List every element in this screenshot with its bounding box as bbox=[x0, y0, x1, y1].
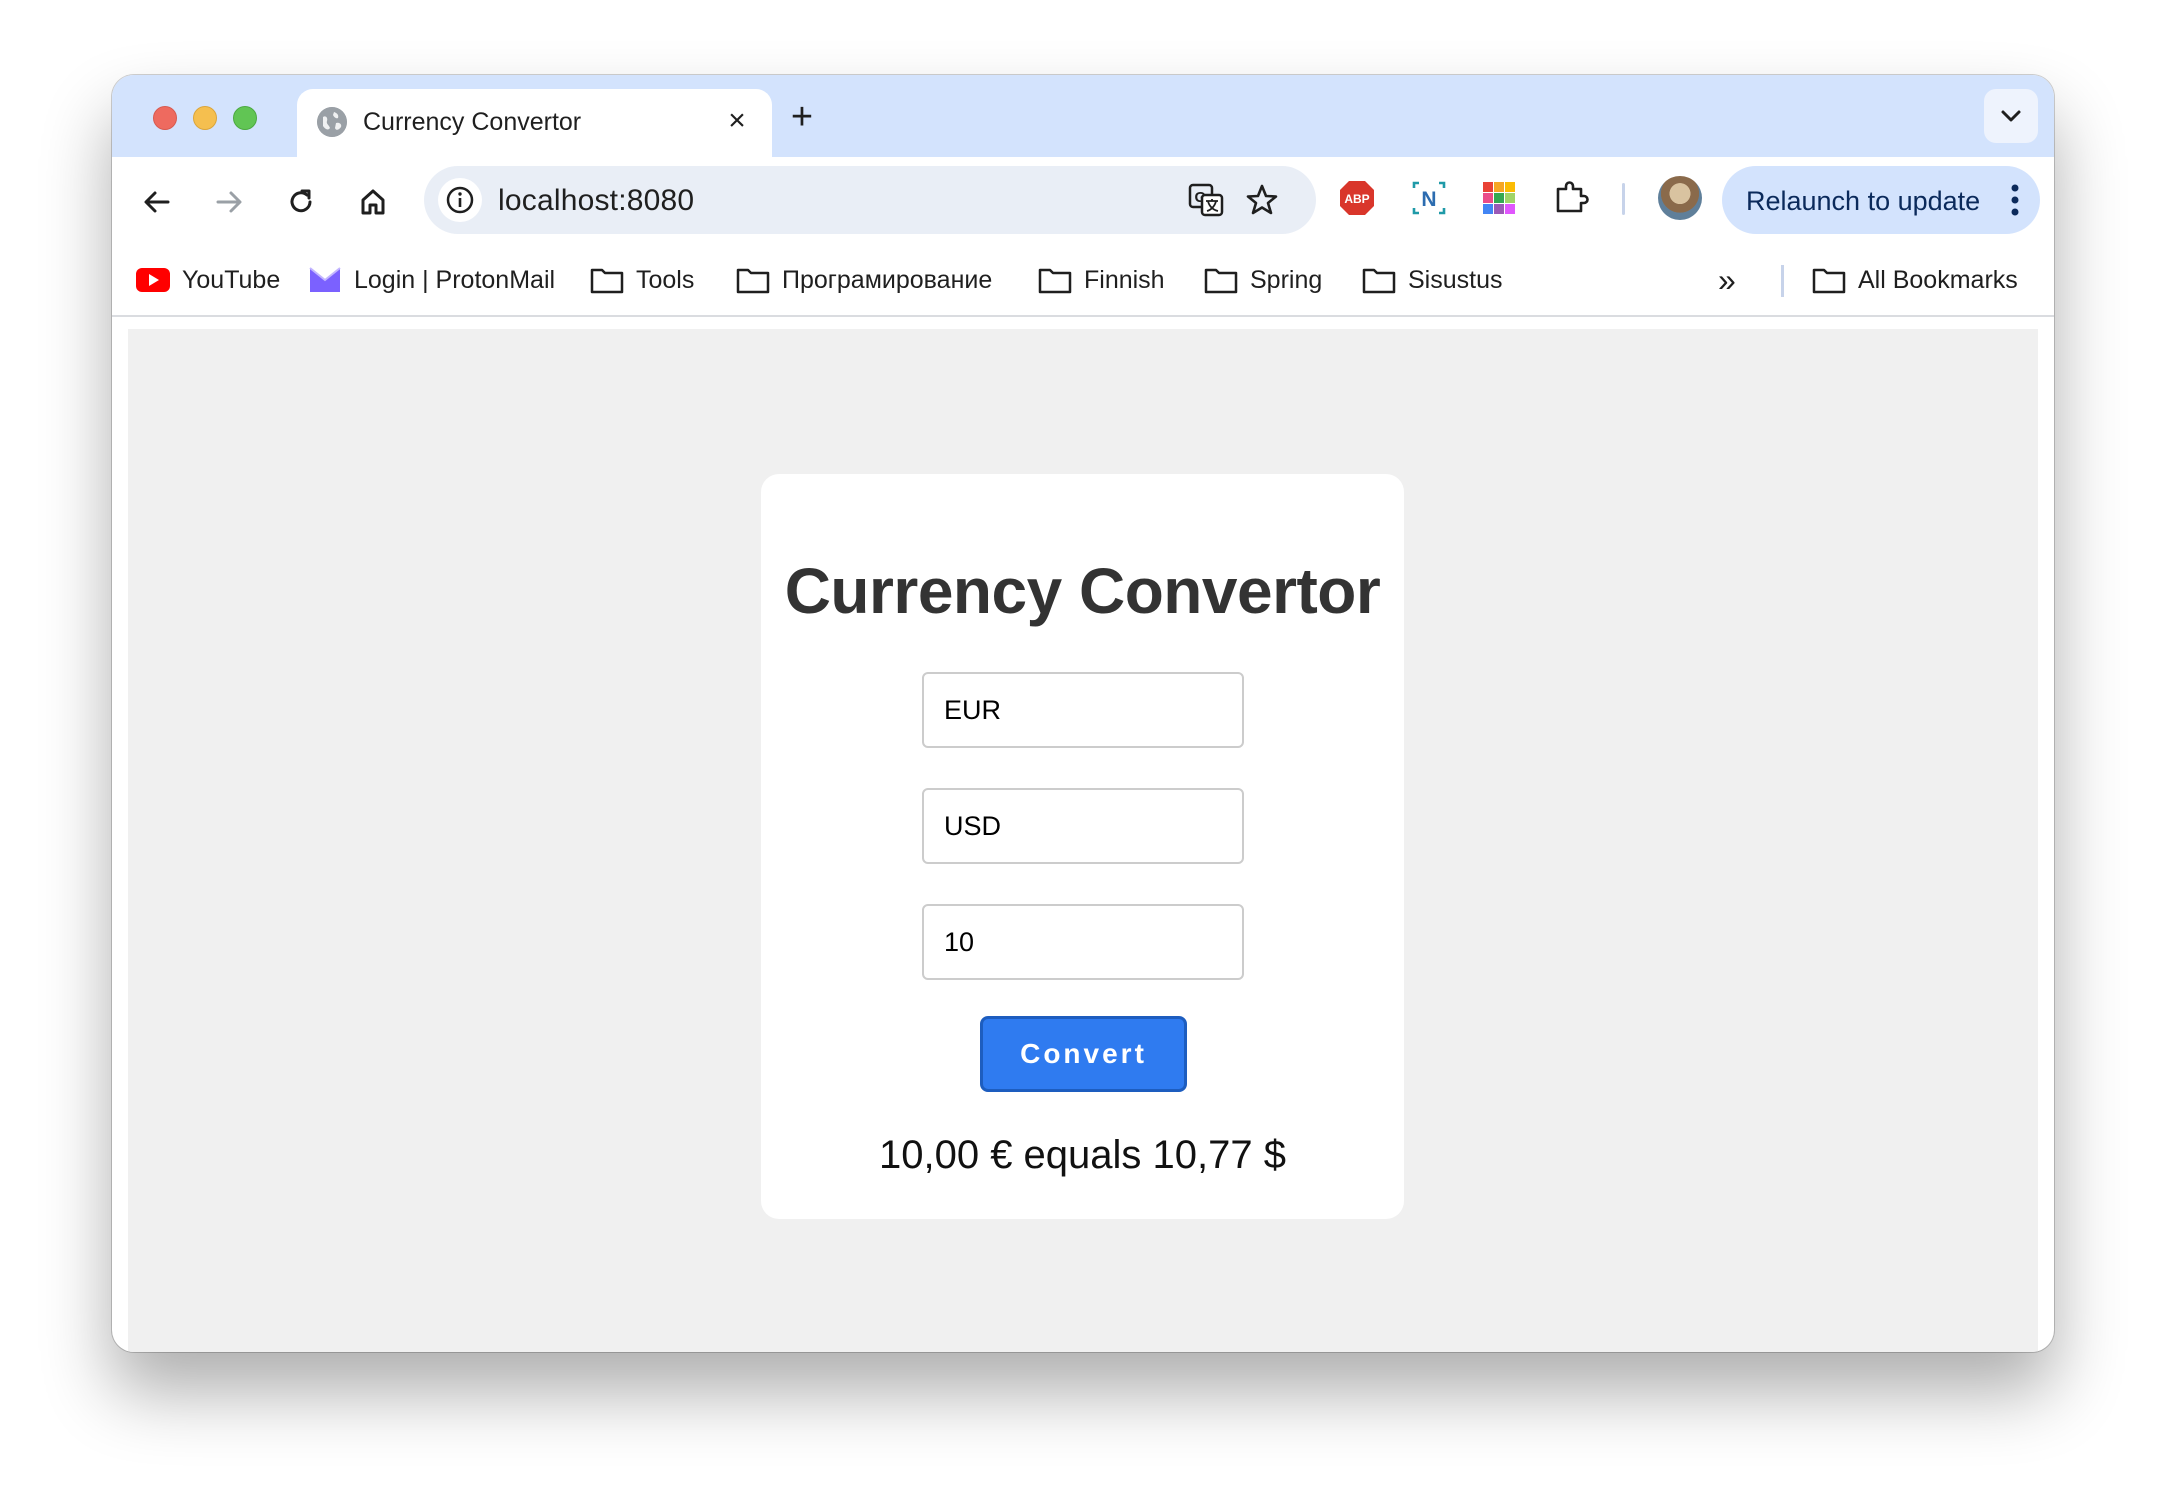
bookmark-star-icon[interactable] bbox=[1242, 180, 1282, 220]
tab-active[interactable]: Currency Convertor × bbox=[297, 89, 772, 157]
profile-avatar[interactable] bbox=[1658, 176, 1702, 220]
forward-button[interactable] bbox=[206, 179, 252, 225]
page-title: Currency Convertor bbox=[784, 555, 1381, 627]
abp-icon[interactable]: ABP bbox=[1336, 177, 1378, 219]
convert-button[interactable]: Convert bbox=[980, 1016, 1187, 1092]
extensions-puzzle-icon[interactable] bbox=[1550, 177, 1592, 219]
translate-icon[interactable]: G bbox=[1186, 180, 1226, 220]
color-grid-icon[interactable] bbox=[1478, 177, 1520, 219]
double-chevron-right-icon: » bbox=[1718, 261, 1736, 298]
bookmarks-bar: YouTube Login | ProtonMail Tools Програм… bbox=[112, 249, 2054, 317]
arrow-right-icon bbox=[216, 191, 242, 213]
close-window-button[interactable] bbox=[153, 106, 177, 130]
close-tab-icon[interactable]: × bbox=[720, 104, 754, 138]
toolbar-separator bbox=[1622, 183, 1625, 215]
zoom-window-button[interactable] bbox=[233, 106, 257, 130]
amount-input[interactable] bbox=[922, 904, 1244, 980]
folder-icon bbox=[590, 268, 624, 294]
svg-text:N: N bbox=[1421, 188, 1436, 211]
tab-title: Currency Convertor bbox=[363, 108, 582, 136]
reload-icon bbox=[290, 189, 312, 213]
converter-card: Currency Convertor Convert 10,00 € equal… bbox=[761, 474, 1404, 1219]
svg-text:ABP: ABP bbox=[1344, 192, 1369, 206]
conversion-result: 10,00 € equals 10,77 $ bbox=[878, 1133, 1286, 1177]
bookmark-folder-finnish[interactable]: Finnish bbox=[1038, 263, 1165, 297]
reload-button[interactable] bbox=[278, 179, 324, 225]
bookmark-folder-spring[interactable]: Spring bbox=[1204, 263, 1322, 297]
bookmarks-overflow-button[interactable]: » bbox=[1718, 261, 1736, 298]
arrow-left-icon bbox=[144, 191, 170, 213]
chevron-down-icon bbox=[2001, 110, 2021, 122]
more-vertical-icon bbox=[2011, 184, 2019, 216]
protonmail-icon bbox=[309, 267, 341, 292]
site-info-icon[interactable] bbox=[438, 178, 482, 222]
browser-window: Currency Convertor × + localhost:8080 G … bbox=[112, 75, 2054, 1352]
new-tab-button[interactable]: + bbox=[782, 98, 822, 138]
bookmark-folder-tools[interactable]: Tools bbox=[590, 263, 694, 297]
bookmark-youtube[interactable]: YouTube bbox=[136, 263, 280, 297]
to-currency-input[interactable] bbox=[922, 788, 1244, 864]
relaunch-to-update-button[interactable]: Relaunch to update bbox=[1722, 166, 2040, 234]
toolbar: localhost:8080 G ABP N Relaunch to updat… bbox=[112, 157, 2054, 249]
bookmark-folder-sisustus[interactable]: Sisustus bbox=[1362, 263, 1502, 297]
from-currency-input[interactable] bbox=[922, 672, 1244, 748]
notion-web-clipper-icon[interactable]: N bbox=[1408, 177, 1450, 219]
youtube-icon bbox=[136, 268, 170, 292]
all-bookmarks-button[interactable]: All Bookmarks bbox=[1812, 263, 2018, 297]
minimize-window-button[interactable] bbox=[193, 106, 217, 130]
folder-icon bbox=[1812, 268, 1846, 294]
folder-icon bbox=[1362, 268, 1396, 294]
tab-search-button[interactable] bbox=[1984, 89, 2038, 143]
home-button[interactable] bbox=[350, 179, 396, 225]
folder-icon bbox=[736, 268, 770, 294]
relaunch-label: Relaunch to update bbox=[1746, 186, 1981, 216]
home-icon bbox=[361, 189, 385, 215]
bookmarks-separator bbox=[1781, 265, 1784, 297]
page-viewport: Currency Convertor Convert 10,00 € equal… bbox=[128, 329, 2038, 1352]
address-bar[interactable]: localhost:8080 G bbox=[424, 166, 1316, 234]
tab-strip: Currency Convertor × + bbox=[112, 75, 2054, 157]
bookmark-protonmail[interactable]: Login | ProtonMail bbox=[308, 263, 555, 297]
globe-icon bbox=[317, 107, 347, 137]
folder-icon bbox=[1204, 268, 1238, 294]
back-button[interactable] bbox=[134, 179, 180, 225]
url-text[interactable]: localhost:8080 bbox=[498, 184, 694, 218]
bookmark-folder-programming[interactable]: Програмирование bbox=[736, 263, 992, 297]
folder-icon bbox=[1038, 268, 1072, 294]
